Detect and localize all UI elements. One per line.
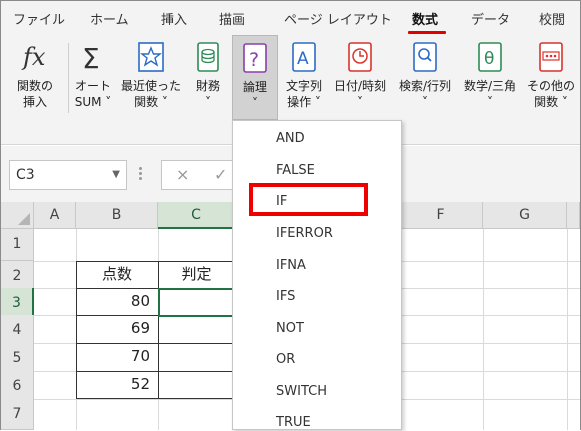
menu-item-switch[interactable]: SWITCH <box>276 384 327 400</box>
tab-insert[interactable]: 挿入 <box>161 9 187 28</box>
menu-item-ifs[interactable]: IFS <box>276 289 295 305</box>
recent-functions-button[interactable]: 最近使った 関数 ˅ <box>118 35 184 120</box>
tab-draw[interactable]: 描画 <box>219 9 245 28</box>
math-button[interactable]: θ 数学/三角 ˅ <box>458 35 522 120</box>
column-header-f[interactable]: F <box>399 202 483 229</box>
formula-buttons: × ✓ <box>161 160 241 190</box>
cell-b6[interactable]: 52 <box>76 369 158 401</box>
menu-item-iferror[interactable]: IFERROR <box>276 226 333 242</box>
more-book-icon <box>539 42 563 72</box>
active-tab-underline <box>408 31 446 34</box>
menu-item-ifna[interactable]: IFNA <box>276 258 306 274</box>
tab-formulas[interactable]: 数式 <box>412 9 438 28</box>
column-header-c[interactable]: C <box>158 202 235 229</box>
logical-functions-menu: AND FALSE IF IFERROR IFNA IFS NOT OR SWI… <box>232 120 402 430</box>
text-label-2: 操作 ˅ <box>287 95 321 109</box>
star-book-icon <box>138 42 164 72</box>
autosum-button[interactable]: Σ オート SUM ˅ <box>69 35 117 120</box>
enter-icon[interactable]: ✓ <box>214 165 227 184</box>
magnifier-book-icon <box>413 42 437 72</box>
financial-button[interactable]: 財務 ˅ <box>186 35 230 120</box>
highlight-box-if <box>249 183 368 216</box>
math-label: 数学/三角 <box>463 79 517 93</box>
ribbon-tab-bar: ファイル ホーム 挿入 描画 ページ レイアウト 数式 データ 校閲 <box>1 1 580 35</box>
column-header-a[interactable]: A <box>34 202 76 229</box>
more-label-2: 関数 ˅ <box>534 95 568 109</box>
menu-item-not[interactable]: NOT <box>276 321 304 337</box>
tab-data[interactable]: データ <box>471 9 510 28</box>
row-header-7[interactable]: 7 <box>1 399 34 430</box>
name-box[interactable]: C3 ▼ <box>9 160 127 190</box>
svg-text:θ: θ <box>484 49 494 69</box>
resize-handle[interactable] <box>139 165 143 185</box>
lookup-button[interactable]: 検索/行列 ˅ <box>393 35 457 120</box>
recent-label-1: 最近使った <box>120 79 181 93</box>
svg-text:?: ? <box>249 49 259 71</box>
column-header-b[interactable]: B <box>76 202 158 229</box>
text-functions-button[interactable]: A 文字列 操作 ˅ <box>280 35 328 120</box>
menu-item-or[interactable]: OR <box>276 352 295 368</box>
svg-text:Σ: Σ <box>82 42 100 73</box>
lookup-label: 検索/行列 <box>398 79 452 93</box>
insert-function-button[interactable]: fx 関数の 挿入 <box>6 35 64 120</box>
chevron-down-icon[interactable]: ▼ <box>112 161 120 189</box>
cell-c2[interactable]: 判定 <box>158 259 235 291</box>
fx-icon: fx <box>21 43 46 71</box>
tab-file[interactable]: ファイル <box>13 9 65 28</box>
financial-book-icon <box>197 42 219 72</box>
math-chevron: ˅ <box>487 95 493 109</box>
tab-page-layout[interactable]: ページ レイアウト <box>284 9 392 28</box>
question-book-icon: ? <box>243 43 267 73</box>
select-all-button[interactable] <box>1 202 34 229</box>
svg-text:fx: fx <box>21 43 46 71</box>
name-box-value: C3 <box>16 167 35 183</box>
column-header-g[interactable]: G <box>483 202 567 229</box>
datetime-button[interactable]: 日付/時刻 ˅ <box>329 35 391 120</box>
logical-button[interactable]: ? 論理 ˅ <box>232 35 278 120</box>
recent-label-2: 関数 ˅ <box>134 95 168 109</box>
datetime-label: 日付/時刻 <box>333 79 387 93</box>
autosum-label-2: SUM ˅ <box>74 95 112 109</box>
clock-book-icon <box>348 42 372 72</box>
text-label-1: 文字列 <box>285 79 322 93</box>
more-functions-button[interactable]: その他の 関数 ˅ <box>523 35 579 120</box>
logical-label: 論理 <box>242 80 267 94</box>
cancel-icon[interactable]: × <box>176 165 189 184</box>
tab-review[interactable]: 校閲 <box>539 9 565 28</box>
menu-item-true[interactable]: TRUE <box>276 415 311 431</box>
selected-cell-c3[interactable] <box>158 288 235 317</box>
logical-chevron: ˅ <box>252 96 258 110</box>
insert-function-label-1: 関数の <box>16 79 53 93</box>
menu-item-false[interactable]: FALSE <box>276 163 315 179</box>
datetime-chevron: ˅ <box>357 95 363 109</box>
column-header-h <box>567 202 580 229</box>
menu-item-and[interactable]: AND <box>276 131 305 147</box>
financial-chevron: ˅ <box>205 95 211 109</box>
svg-text:A: A <box>297 49 309 69</box>
sigma-icon: Σ <box>82 42 100 73</box>
row-header-1[interactable]: 1 <box>1 229 34 261</box>
insert-function-label-2: 挿入 <box>22 95 47 109</box>
autosum-label-1: オート <box>74 79 111 93</box>
text-book-icon: A <box>292 42 316 72</box>
more-label-1: その他の <box>526 79 575 93</box>
theta-book-icon: θ <box>478 42 502 72</box>
lookup-chevron: ˅ <box>422 95 428 109</box>
financial-label: 財務 <box>195 79 220 93</box>
tab-home[interactable]: ホーム <box>90 9 129 28</box>
